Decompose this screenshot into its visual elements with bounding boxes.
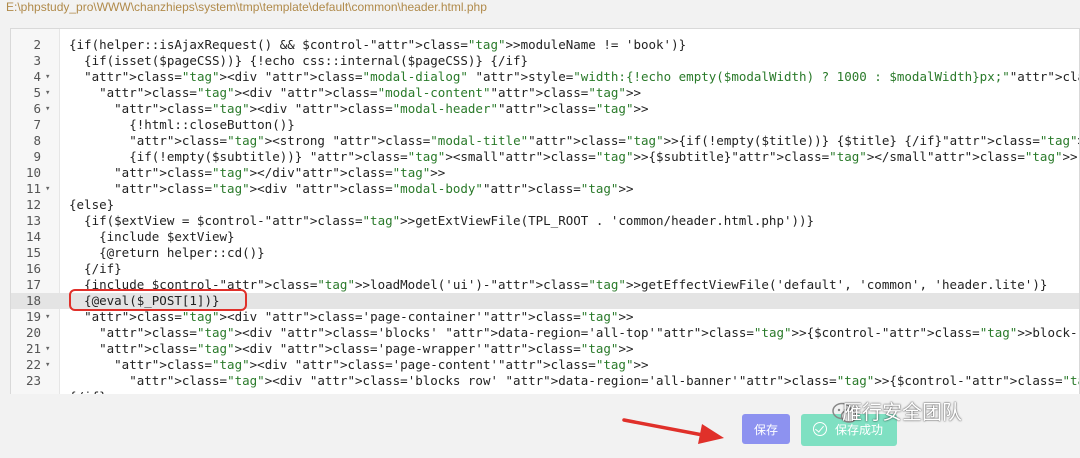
code-line[interactable]: 5 ▾ "attr">class="tag"><div "attr">class=… <box>11 85 1079 101</box>
check-circle-icon <box>813 422 827 436</box>
line-number: 6 <box>33 101 41 116</box>
line-number: 4 <box>33 69 41 84</box>
watermark-text: 雁行安全团队 <box>842 400 962 424</box>
code-text: "attr">class="tag"><div "attr">class="mo… <box>114 101 649 116</box>
code-line[interactable]: 12 {else} <box>11 197 1079 213</box>
code-text: "attr">class="tag"><div "attr">class='pa… <box>84 309 634 324</box>
file-path: E:\phpstudy_pro\WWW\chanzhieps\system\tm… <box>6 0 487 14</box>
code-line[interactable]: 8 "attr">class="tag"><strong "attr">clas… <box>11 133 1079 149</box>
code-line[interactable]: 14 {include $extView} <box>11 229 1079 245</box>
code-line[interactable]: 6 ▾ "attr">class="tag"><div "attr">class=… <box>11 101 1079 117</box>
fold-toggle-icon[interactable]: ▾ <box>45 85 55 101</box>
code-text: "attr">class="tag"></div"attr">class="ta… <box>114 165 446 180</box>
code-text: {if(helper::isAjaxRequest() && $control-… <box>69 37 687 52</box>
line-number: 5 <box>33 85 41 100</box>
line-number: 13 <box>25 213 41 228</box>
code-line[interactable]: 2 {if(helper::isAjaxRequest() && $control… <box>11 37 1079 53</box>
line-number: 9 <box>33 149 41 164</box>
code-line[interactable]: 22 ▾ "attr">class="tag"><div "attr">class… <box>11 357 1079 373</box>
code-text: "attr">class="tag"><div "attr">class='bl… <box>129 373 1079 388</box>
code-line[interactable]: 16 {/if} <box>11 261 1079 277</box>
save-button[interactable]: 保存 <box>742 414 790 444</box>
line-number: 21 <box>25 341 41 356</box>
code-line[interactable]: 19 ▾ "attr">class="tag"><div "attr">class… <box>11 309 1079 325</box>
fold-toggle-icon[interactable]: ▾ <box>45 101 55 117</box>
code-text: {/if} <box>69 261 122 276</box>
line-number: 19 <box>25 309 41 324</box>
line-number: 11 <box>25 181 41 196</box>
code-line[interactable]: 3 {if(isset($pageCSS))} {!echo css::inte… <box>11 53 1079 69</box>
line-number: 14 <box>25 229 41 244</box>
line-number: 12 <box>25 197 41 212</box>
fold-toggle-icon[interactable]: ▾ <box>45 357 55 373</box>
code-text: {else} <box>69 197 115 212</box>
code-line[interactable]: 10 "attr">class="tag"></div"attr">class=… <box>11 165 1079 181</box>
line-number: 17 <box>25 277 41 292</box>
fold-toggle-icon[interactable]: ▾ <box>45 181 55 197</box>
line-number: 10 <box>25 165 41 180</box>
line-number: 2 <box>33 37 41 52</box>
code-text: {!html::closeButton()} <box>69 117 295 132</box>
code-line[interactable]: 13 {if($extView = $control-"attr">class=… <box>11 213 1079 229</box>
code-line[interactable]: 7 {!html::closeButton()} <box>11 117 1079 133</box>
code-text: {if($extView = $control-"attr">class="ta… <box>69 213 815 228</box>
code-line[interactable]: 15 {@return helper::cd()} <box>11 245 1079 261</box>
code-line[interactable]: 11 ▾ "attr">class="tag"><div "attr">class… <box>11 181 1079 197</box>
line-number: 8 <box>33 133 41 148</box>
code-text: {if(isset($pageCSS))} {!echo css::intern… <box>69 53 529 68</box>
code-line[interactable]: 21 ▾ "attr">class="tag"><div "attr">class… <box>11 341 1079 357</box>
line-number: 15 <box>25 245 41 260</box>
code-text: "attr">class="tag"><strong "attr">class=… <box>129 133 1079 148</box>
fold-toggle-icon[interactable]: ▾ <box>45 341 55 357</box>
code-line[interactable]: 9 {if(!empty($subtitle))} "attr">class="… <box>11 149 1079 165</box>
highlighted-eval-line-box <box>69 289 247 311</box>
line-number: 23 <box>25 373 41 388</box>
code-text: "attr">class="tag"><div "attr">class="mo… <box>84 69 1079 84</box>
code-text: "attr">class="tag"><div "attr">class="mo… <box>114 181 634 196</box>
line-number: 20 <box>25 325 41 340</box>
code-editor[interactable]: 2 {if(helper::isAjaxRequest() && $control… <box>10 28 1080 395</box>
code-text: "attr">class="tag"><div "attr">class='pa… <box>114 357 649 372</box>
code-text: {@return helper::cd()} <box>69 245 265 260</box>
line-number: 3 <box>33 53 41 68</box>
fold-toggle-icon[interactable]: ▾ <box>45 69 55 85</box>
code-line[interactable]: 4 ▾ "attr">class="tag"><div "attr">class=… <box>11 69 1079 85</box>
code-text: {include $extView} <box>69 229 235 244</box>
code-text: "attr">class="tag"><div "attr">class='pa… <box>99 341 634 356</box>
line-number: 16 <box>25 261 41 276</box>
code-line[interactable]: 20 "attr">class="tag"><div "attr">class=… <box>11 325 1079 341</box>
code-text: "attr">class="tag"><div "attr">class="mo… <box>99 85 642 100</box>
line-number: 7 <box>33 117 41 132</box>
line-number: 18 <box>25 293 41 308</box>
fold-toggle-icon[interactable]: ▾ <box>45 309 55 325</box>
code-text: {if(!empty($subtitle))} "attr">class="ta… <box>69 149 1078 164</box>
red-arrow-icon <box>622 418 724 444</box>
line-number: 22 <box>25 357 41 372</box>
code-line[interactable]: 23 "attr">class="tag"><div "attr">class=… <box>11 373 1079 389</box>
code-text: "attr">class="tag"><div "attr">class='bl… <box>99 325 1079 340</box>
